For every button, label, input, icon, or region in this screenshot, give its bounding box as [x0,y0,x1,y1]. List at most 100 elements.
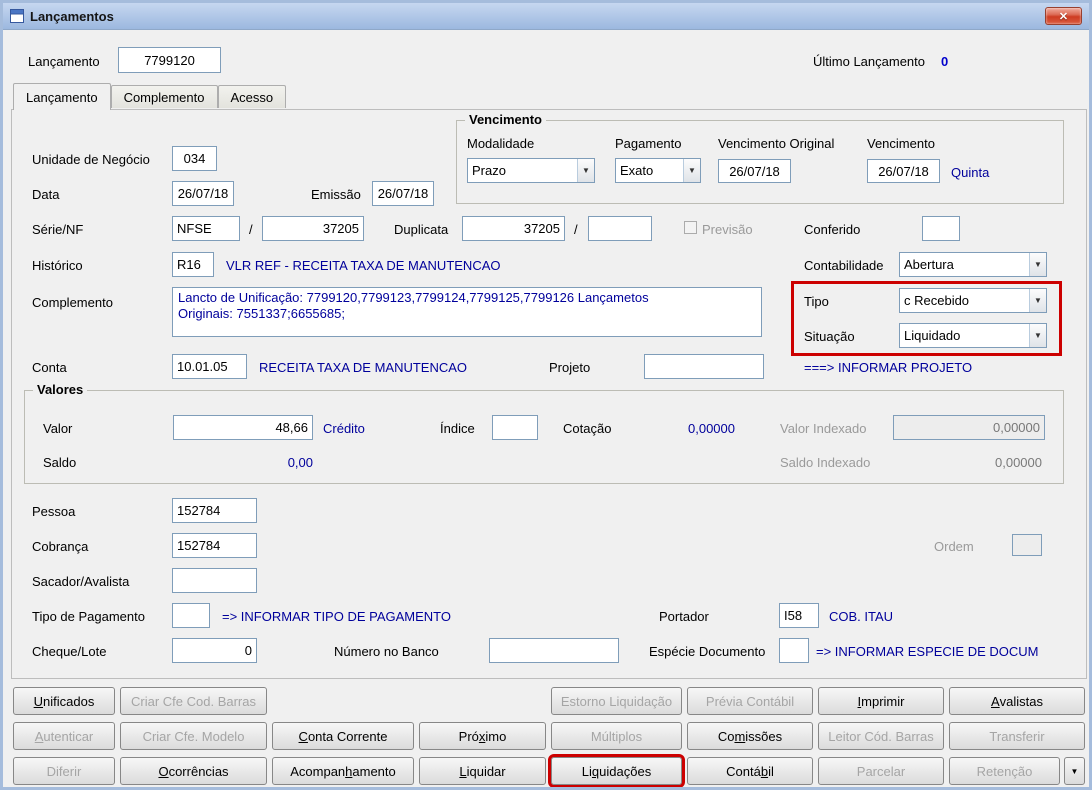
estorno-liquidacao-button: Estorno Liquidação [551,687,682,715]
complemento-label: Complemento [32,295,113,310]
acompanhamento-button[interactable]: Acompan h amento [272,757,414,785]
vencimento-weekday: Quinta [951,165,990,180]
complemento-line1: Lancto de Unificação: 7799120,7799123,77… [178,290,649,305]
previa-contabil-button: Prévia Contábil [687,687,813,715]
valor-input[interactable]: 48,66 [173,415,313,440]
saldo-label: Saldo [43,455,77,470]
ocorrencias-button[interactable]: Ocorrências [120,757,267,785]
tipo-label: Tipo [804,294,829,309]
situacao-value: Liquidado [904,328,961,343]
tab-panel-lancamento: Unidade de Negócio 034 Data 26/07/18 Emi… [11,109,1087,679]
duplicata-input[interactable]: 37205 [462,216,565,241]
conta-descricao: RECEITA TAXA DE MANUTENCAO [259,360,468,375]
criar-cfe-modelo-button: Criar Cfe. Modelo [120,722,267,750]
lancamento-label: Lançamento [28,54,100,69]
criar-cfe-cod-barras-button: Criar Cfe Cod. Barras [120,687,267,715]
tipo-select[interactable]: c Recebido ▼ [899,288,1047,313]
portador-input[interactable]: I58 [779,603,819,628]
duplicata-separator: / [574,222,578,237]
parcelar-button: Parcelar [818,757,944,785]
unidade-negocio-label: Unidade de Negócio [32,152,150,167]
duplicata-label: Duplicata [394,222,449,237]
retencao-button: Retenção [949,757,1060,785]
projeto-input[interactable] [644,354,764,379]
chevron-down-icon: ▼ [1029,289,1046,312]
pessoa-input[interactable]: 152784 [172,498,257,523]
portador-label: Portador [659,609,709,624]
lancamentos-window: Lançamentos ✕ Lançamento 7799120 Último … [0,0,1092,790]
chevron-down-icon: ▼ [683,159,700,182]
tipo-pagamento-hint: => INFORMAR TIPO DE PAGAMENTO [222,609,451,624]
historico-input[interactable]: R16 [172,252,214,277]
comissoes-button[interactable]: Co m issões [687,722,813,750]
indice-input[interactable] [492,415,538,440]
cobranca-input[interactable]: 152784 [172,533,257,558]
duplicata-complemento-input[interactable] [588,216,652,241]
sacador-avalista-input[interactable] [172,568,257,593]
tab-strip: Lançamento Complemento Acesso [13,83,287,110]
modalidade-label: Modalidade [467,136,535,151]
data-input[interactable]: 26/07/18 [172,181,234,206]
complemento-line2: Originais: 7551337;6655685; [178,306,345,321]
valor-indexado-input: 0,00000 [893,415,1045,440]
numero-banco-input[interactable] [489,638,619,663]
contabilidade-label: Contabilidade [804,258,884,273]
cotacao-value: 0,00000 [688,421,735,436]
tipo-pagamento-input[interactable] [172,603,210,628]
modalidade-select[interactable]: Prazo ▼ [467,158,595,183]
serie-input[interactable]: NFSE [172,216,240,241]
cheque-lote-input[interactable]: 0 [172,638,257,663]
previsao-checkbox [684,221,697,234]
complemento-textarea[interactable]: Lancto de Unificação: 7799120,7799123,77… [172,287,762,337]
pagamento-select[interactable]: Exato ▼ [615,158,701,183]
situacao-select[interactable]: Liquidado ▼ [899,323,1047,348]
liquidacoes-button[interactable]: Li q uidações [548,754,685,787]
conferido-input[interactable] [922,216,960,241]
leitor-cod-barras-button: Leitor Cód. Barras [818,722,944,750]
chevron-down-icon: ▼ [1070,766,1079,776]
emissao-label: Emissão [311,187,361,202]
especie-documento-label: Espécie Documento [649,644,766,659]
chevron-down-icon: ▼ [1029,253,1046,276]
titlebar: Lançamentos ✕ [3,3,1089,30]
tab-complemento[interactable]: Complemento [110,85,218,108]
conta-corrente-button[interactable]: Conta Corrente [272,722,414,750]
unificados-button[interactable]: Unificados [13,687,115,715]
proximo-button[interactable]: Pró x imo [419,722,546,750]
app-icon [10,9,24,23]
lancamento-number-input[interactable]: 7799120 [118,47,221,73]
ultimo-lancamento-label: Último Lançamento [813,54,925,69]
avalistas-button[interactable]: Avalistas [949,687,1085,715]
vencimento-group: Vencimento Modalidade Prazo ▼ Pagamento … [456,112,1064,204]
serie-nf-label: Série/NF [32,222,84,237]
vencimento-original-label: Vencimento Original [718,136,835,151]
conta-input[interactable]: 10.01.05 [172,354,247,379]
autenticar-button: Autenticar [13,722,115,750]
valor-label: Valor [43,421,73,436]
liquidar-button[interactable]: Liquidar [419,757,546,785]
close-button[interactable]: ✕ [1045,7,1082,25]
serie-separator: / [249,222,253,237]
serie-numero-input[interactable]: 37205 [262,216,364,241]
more-actions-button[interactable]: ▼ [1064,757,1085,785]
tab-lancamento[interactable]: Lançamento [13,83,111,110]
contabilidade-select[interactable]: Abertura ▼ [899,252,1047,277]
chevron-down-icon: ▼ [577,159,594,182]
imprimir-button[interactable]: Imprimir [818,687,944,715]
projeto-label: Projeto [549,360,591,375]
vencimento-original-input[interactable]: 26/07/18 [718,159,791,183]
situacao-label: Situação [804,329,855,344]
especie-documento-hint: => INFORMAR ESPECIE DE DOCUM [816,644,1039,659]
especie-documento-input[interactable] [779,638,809,663]
emissao-input[interactable]: 26/07/18 [372,181,434,206]
contabilidade-value: Abertura [904,257,954,272]
numero-banco-label: Número no Banco [334,644,439,659]
portador-descricao: COB. ITAU [829,609,894,624]
historico-label: Histórico [32,258,83,273]
sacador-avalista-label: Sacador/Avalista [32,574,130,589]
historico-descricao: VLR REF - RECEITA TAXA DE MANUTENCAO [226,258,501,273]
tab-acesso[interactable]: Acesso [217,85,287,108]
unidade-negocio-input[interactable]: 034 [172,146,217,171]
vencimento-input[interactable]: 26/07/18 [867,159,940,183]
contabil-button[interactable]: Contá b il [687,757,813,785]
